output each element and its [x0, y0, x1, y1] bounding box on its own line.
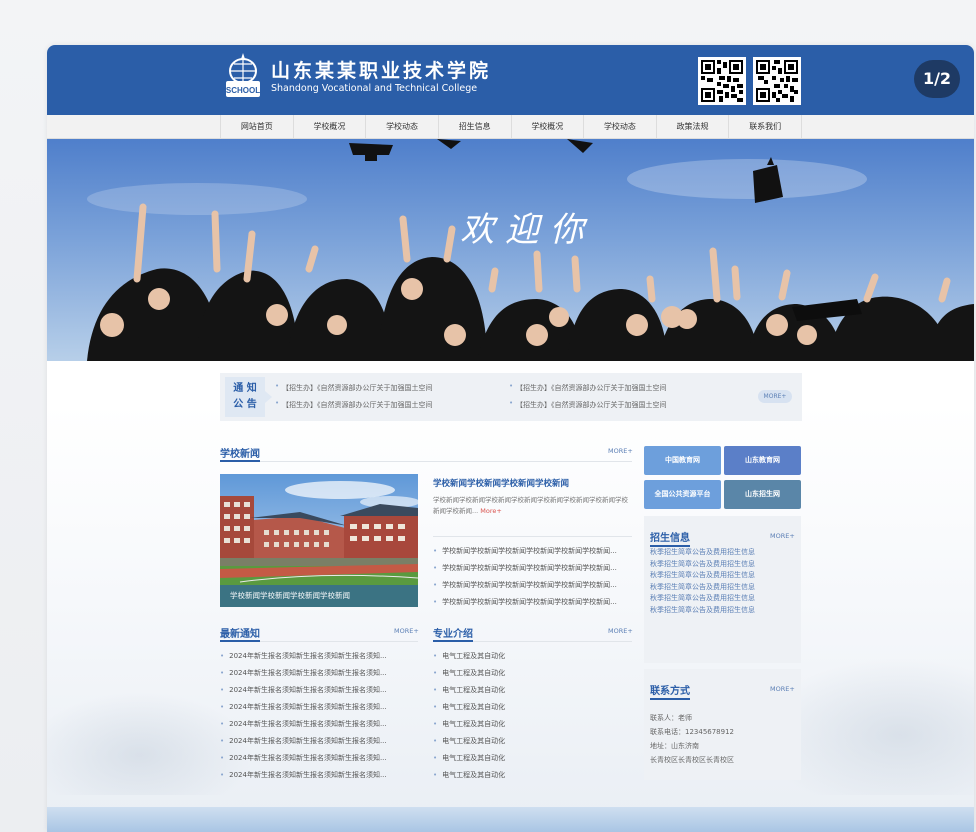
svg-text:SCHOOL: SCHOOL [226, 86, 260, 95]
latest-notice-title: 最新通知 [220, 629, 260, 640]
notice-item[interactable]: 【招生办】《自然资源部办公厅关于加强国土空间 [282, 400, 433, 410]
major-list-item[interactable]: 电气工程及其自动化 [433, 736, 505, 746]
qr-code-icon[interactable] [753, 57, 801, 105]
nav-item-news-2[interactable]: 学校动态 [584, 115, 657, 139]
notice-list-item[interactable]: 2024年新生报名须知新生报名须知新生报名须知... [220, 702, 387, 712]
news-list-item[interactable]: 学校新闻学校新闻学校新闻学校新闻学校新闻学校新闻... [433, 563, 617, 573]
major-list-item[interactable]: 电气工程及其自动化 [433, 702, 505, 712]
admission-item[interactable]: 秋季招生简章公告及费用招生信息 [650, 582, 755, 594]
website-preview-card: SCHOOL 山东某某职业技术学院 Shandong Vocational an… [47, 45, 974, 832]
major-list-item[interactable]: 电气工程及其自动化 [433, 753, 505, 763]
quick-link-public-resources[interactable]: 全国公共资源平台 [644, 480, 721, 509]
major-list-item[interactable]: 电气工程及其自动化 [433, 770, 505, 780]
admission-item[interactable]: 秋季招生简章公告及费用招生信息 [650, 559, 755, 571]
school-logo-icon[interactable]: SCHOOL [225, 51, 261, 103]
featured-news-desc: 学校新闻学校新闻学校新闻学校新闻学校新闻学校新闻学校新闻学校新闻学校新闻... … [433, 496, 628, 515]
page-indicator-badge: 1/2 [914, 60, 960, 98]
nav-item-policies[interactable]: 政策法规 [657, 115, 730, 139]
welcome-banner-image: 欢 迎 你 [47, 139, 974, 361]
qr-code-icon[interactable] [698, 57, 746, 105]
featured-news-title[interactable]: 学校新闻学校新闻学校新闻学校新闻 [433, 477, 569, 489]
majors-title: 专业介绍 [433, 629, 473, 640]
contact-phone: 联系电话：12345678912 [650, 728, 734, 736]
admissions-more-link[interactable]: MORE+ [770, 532, 795, 540]
school-name-english: Shandong Vocational and Technical Colleg… [271, 83, 478, 94]
main-navigation: 网站首页 学校概况 学校动态 招生信息 学校概况 学校动态 政策法规 联系我们 [47, 115, 974, 139]
contact-address: 地址：山东济南 [650, 742, 699, 750]
nav-item-admissions[interactable]: 招生信息 [439, 115, 512, 139]
quick-link-shandong-education[interactable]: 山东教育网 [724, 446, 801, 475]
photo-caption: 学校新闻学校新闻学校新闻学校新闻 [220, 585, 418, 607]
news-list-item[interactable]: 学校新闻学校新闻学校新闻学校新闻学校新闻学校新闻... [433, 597, 617, 607]
notice-bar: 通 知 公 告 【招生办】《自然资源部办公厅关于加强国土空间 【招生办】《自然资… [220, 373, 802, 421]
notice-list-item[interactable]: 2024年新生报名须知新生报名须知新生报名须知... [220, 736, 387, 746]
contact-campus: 长青校区长青校区长青校区 [650, 756, 734, 764]
school-news-title: 学校新闻 [220, 449, 260, 460]
notice-tag: 通 知 公 告 [225, 377, 272, 417]
welcome-text: 欢 迎 你 [460, 210, 589, 250]
admission-item[interactable]: 秋季招生简章公告及费用招生信息 [650, 593, 755, 605]
news-list-item[interactable]: 学校新闻学校新闻学校新闻学校新闻学校新闻学校新闻... [433, 580, 617, 590]
nav-item-overview-2[interactable]: 学校概况 [512, 115, 585, 139]
notice-item[interactable]: 【招生办】《自然资源部办公厅关于加强国土空间 [516, 400, 667, 410]
admission-item[interactable]: 秋季招生简章公告及费用招生信息 [650, 605, 755, 617]
featured-news-more-link[interactable]: More+ [480, 507, 502, 515]
notice-list-item[interactable]: 2024年新生报名须知新生报名须知新生报名须知... [220, 770, 387, 780]
notice-list-item[interactable]: 2024年新生报名须知新生报名须知新生报名须知... [220, 651, 387, 661]
school-news-more-link[interactable]: MORE+ [608, 447, 633, 455]
contact-more-link[interactable]: MORE+ [770, 685, 795, 693]
major-list-item[interactable]: 电气工程及其自动化 [433, 668, 505, 678]
notice-item[interactable]: 【招生办】《自然资源部办公厅关于加强国土空间 [516, 383, 667, 393]
latest-notice-more-link[interactable]: MORE+ [394, 627, 419, 635]
contact-title: 联系方式 [650, 686, 690, 697]
school-name-chinese: 山东某某职业技术学院 [271, 60, 492, 82]
notice-more-button[interactable]: MORE+ [758, 390, 792, 403]
notice-list-item[interactable]: 2024年新生报名须知新生报名须知新生报名须知... [220, 668, 387, 678]
news-list-item[interactable]: 学校新闻学校新闻学校新闻学校新闻学校新闻学校新闻... [433, 546, 617, 556]
major-list-item[interactable]: 电气工程及其自动化 [433, 719, 505, 729]
content-background [47, 405, 974, 832]
notice-list-item[interactable]: 2024年新生报名须知新生报名须知新生报名须知... [220, 719, 387, 729]
nav-item-overview[interactable]: 学校概况 [294, 115, 367, 139]
major-list-item[interactable]: 电气工程及其自动化 [433, 651, 505, 661]
site-footer [47, 807, 974, 832]
major-list-item[interactable]: 电气工程及其自动化 [433, 685, 505, 695]
admissions-panel: 招生信息 MORE+ 秋季招生简章公告及费用招生信息 秋季招生简章公告及费用招生… [644, 516, 801, 663]
admission-item[interactable]: 秋季招生简章公告及费用招生信息 [650, 570, 755, 582]
notice-list-item[interactable]: 2024年新生报名须知新生报名须知新生报名须知... [220, 685, 387, 695]
majors-more-link[interactable]: MORE+ [608, 627, 633, 635]
quick-link-shandong-admissions[interactable]: 山东招生网 [724, 480, 801, 509]
school-news-photo[interactable]: 学校新闻学校新闻学校新闻学校新闻 [220, 474, 418, 607]
site-header: SCHOOL 山东某某职业技术学院 Shandong Vocational an… [47, 45, 974, 115]
notice-item[interactable]: 【招生办】《自然资源部办公厅关于加强国土空间 [282, 383, 433, 393]
notice-list-item[interactable]: 2024年新生报名须知新生报名须知新生报名须知... [220, 753, 387, 763]
admission-item[interactable]: 秋季招生简章公告及费用招生信息 [650, 547, 755, 559]
nav-item-news[interactable]: 学校动态 [366, 115, 439, 139]
admissions-title: 招生信息 [650, 533, 690, 544]
contact-panel: 联系方式 MORE+ 联系人：老师 联系电话：12345678912 地址：山东… [644, 669, 801, 780]
nav-item-home[interactable]: 网站首页 [220, 115, 294, 139]
nav-item-contact[interactable]: 联系我们 [729, 115, 802, 139]
quick-link-china-education[interactable]: 中国教育网 [644, 446, 721, 475]
contact-person: 联系人：老师 [650, 714, 692, 722]
